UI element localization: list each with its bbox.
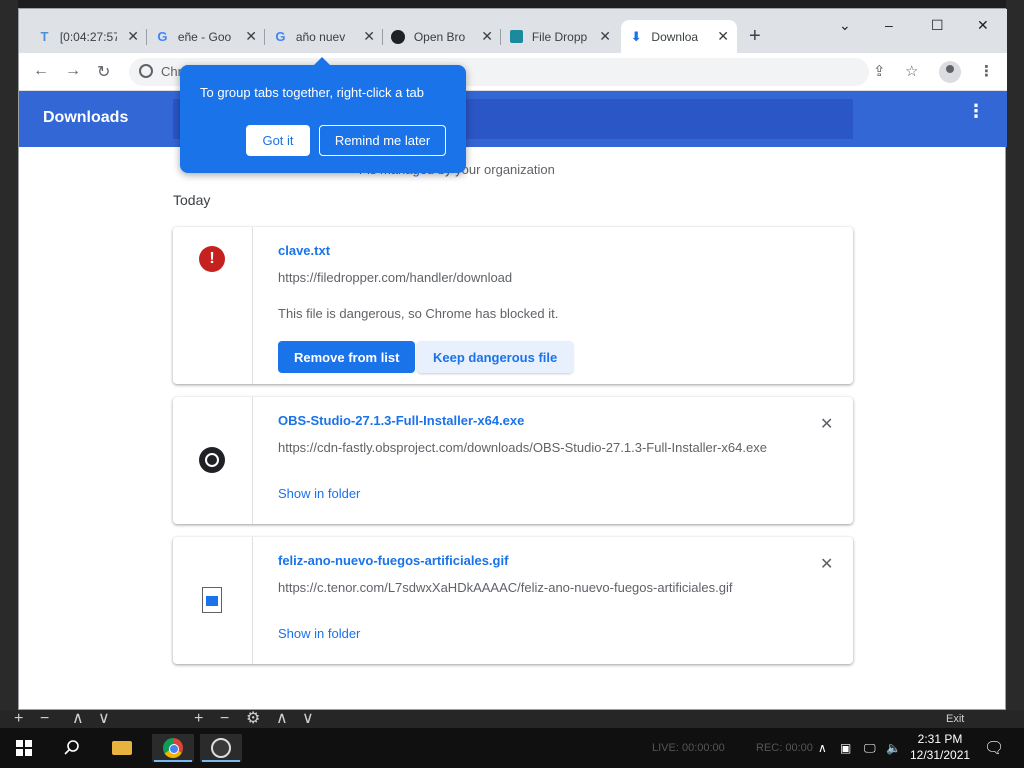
got-it-button[interactable]: Got it — [246, 125, 310, 156]
download-item: ! clave.txt https://filedropper.com/hand… — [173, 227, 853, 384]
danger-icon: ! — [199, 246, 225, 272]
tab-timer[interactable]: T [0:04:27:57 ✕ — [29, 20, 147, 53]
windows-start-icon[interactable] — [8, 734, 40, 762]
browser-toolbar: ← → ↻ Chr ⇪ ☆ ⋮ — [19, 53, 1007, 91]
close-icon[interactable]: ✕ — [363, 28, 375, 45]
google-icon: G — [157, 29, 168, 44]
obs-down-icon[interactable]: ∨ — [98, 711, 110, 727]
tab-title: [0:04:27:57 — [59, 29, 118, 44]
obs-up-icon[interactable]: ∧ — [72, 711, 84, 727]
danger-message: This file is dangerous, so Chrome has bl… — [278, 306, 559, 321]
display-icon[interactable]: 🖵 — [864, 741, 876, 756]
obs-down-icon[interactable]: ∨ — [302, 711, 314, 727]
obs-add-icon[interactable]: + — [14, 711, 23, 727]
obs-left-panel — [0, 0, 18, 710]
close-icon[interactable]: ✕ — [245, 28, 257, 45]
share-icon[interactable]: ⇪ — [873, 62, 886, 80]
obs-add-icon[interactable]: + — [194, 711, 203, 727]
notifications-icon[interactable]: 🗨 — [984, 738, 1004, 758]
file-explorer-icon[interactable] — [106, 734, 138, 762]
file-name[interactable]: clave.txt — [278, 243, 330, 258]
tab-open-broadcaster[interactable]: Open Bro ✕ — [383, 20, 501, 53]
downloads-menu-icon[interactable]: ⋮ — [967, 102, 985, 120]
tab-group-tip-bubble: To group tabs together, right-click a ta… — [180, 57, 466, 173]
file-name[interactable]: feliz-ano-nuevo-fuegos-artificiales.gif — [278, 553, 508, 568]
volume-muted-icon[interactable]: 🔈 — [886, 741, 901, 755]
obs-live-status: LIVE: 00:00:00 — [652, 742, 725, 754]
tab-google-ano-nuevo[interactable]: G año nuev ✕ — [265, 20, 383, 53]
keep-dangerous-file-button[interactable]: Keep dangerous file — [417, 341, 574, 373]
close-icon[interactable]: ✕ — [127, 28, 139, 45]
obs-icon — [199, 447, 225, 473]
tab-title: año nuev — [295, 29, 346, 44]
download-item: feliz-ano-nuevo-fuegos-artificiales.gif … — [173, 537, 853, 664]
download-icon: ⬇ — [630, 28, 642, 44]
file-name[interactable]: OBS-Studio-27.1.3-Full-Installer-x64.exe — [278, 413, 524, 428]
close-window-button[interactable]: ✕ — [977, 17, 989, 34]
obs-controls-bar — [0, 710, 1024, 728]
google-icon: G — [275, 29, 286, 44]
download-icon-column — [173, 397, 253, 524]
tab-google-ene[interactable]: G eñe - Goo ✕ — [147, 20, 265, 53]
obs-rec-status: REC: 00:00 — [756, 742, 813, 754]
obs-remove-icon[interactable]: − — [220, 711, 229, 727]
clock-time: 2:31 PM — [917, 732, 963, 746]
tab-title: Open Bro — [413, 29, 466, 44]
obs-right-panel — [1006, 0, 1024, 710]
tip-message: To group tabs together, right-click a ta… — [200, 85, 425, 100]
close-icon[interactable]: ✕ — [820, 554, 833, 574]
maximize-button[interactable]: ☐ — [931, 17, 944, 34]
address-text: Chr — [161, 64, 182, 79]
tab-title: File Dropp — [531, 29, 588, 44]
show-in-folder-link[interactable]: Show in folder — [278, 486, 360, 501]
close-icon[interactable]: ✕ — [481, 28, 493, 45]
network-icon[interactable]: ▣ — [840, 741, 851, 755]
chevron-up-icon[interactable]: ∧ — [818, 741, 827, 755]
file-dropper-icon — [509, 29, 524, 45]
chrome-window: T [0:04:27:57 ✕ G eñe - Goo ✕ G año nuev… — [18, 8, 1007, 710]
tab-strip: T [0:04:27:57 ✕ G eñe - Goo ✕ G año nuev… — [19, 9, 1007, 53]
bookmark-star-icon[interactable]: ☆ — [905, 62, 918, 80]
downloads-header: Downloads ⋮ — [19, 91, 1007, 147]
close-icon[interactable]: ✕ — [599, 28, 611, 45]
reload-icon[interactable]: ↻ — [97, 62, 110, 82]
download-icon-column: ! — [173, 227, 253, 384]
obs-remove-icon[interactable]: − — [40, 711, 49, 727]
section-today: Today — [173, 192, 211, 208]
file-url: https://filedropper.com/handler/download — [278, 270, 513, 285]
remove-from-list-button[interactable]: Remove from list — [278, 341, 416, 373]
tab-title: Downloa — [651, 29, 699, 44]
chrome-site-icon — [139, 64, 153, 78]
taskbar-clock[interactable]: 2:31 PM 12/31/2021 — [910, 731, 970, 763]
close-icon[interactable]: ✕ — [717, 28, 729, 45]
back-icon[interactable]: ← — [33, 62, 49, 80]
chrome-menu-icon[interactable]: ⋮ — [979, 62, 994, 80]
download-icon-column — [173, 537, 253, 664]
profile-avatar[interactable] — [939, 61, 961, 83]
obs-taskbar-icon[interactable] — [200, 734, 242, 762]
tab-title: eñe - Goo — [177, 29, 232, 44]
download-item: OBS-Studio-27.1.3-Full-Installer-x64.exe… — [173, 397, 853, 524]
remind-me-later-button[interactable]: Remind me later — [319, 125, 446, 156]
obs-up-icon[interactable]: ∧ — [276, 711, 288, 727]
tab-file-dropper[interactable]: File Dropp ✕ — [501, 20, 619, 53]
search-icon[interactable] — [56, 734, 88, 762]
page-title: Downloads — [43, 109, 129, 126]
obs-exit-button[interactable]: Exit — [946, 713, 964, 725]
chrome-taskbar-icon[interactable] — [152, 734, 194, 762]
minimize-button[interactable]: – — [885, 17, 893, 33]
timer-favicon-icon: T — [40, 29, 49, 44]
clock-date: 12/31/2021 — [910, 748, 971, 762]
image-file-icon — [202, 587, 222, 613]
file-url: https://cdn-fastly.obsproject.com/downlo… — [278, 440, 767, 455]
tab-search-icon[interactable]: ⌄ — [839, 17, 851, 34]
tab-downloads[interactable]: ⬇ Downloa ✕ — [621, 20, 737, 53]
file-url: https://c.tenor.com/L7sdwxXaHDkAAAAC/fel… — [278, 580, 733, 595]
forward-icon[interactable]: → — [65, 62, 81, 80]
close-icon[interactable]: ✕ — [820, 414, 833, 434]
obs-icon — [391, 29, 406, 45]
new-tab-button[interactable]: + — [749, 25, 761, 48]
obs-settings-icon[interactable]: ⚙ — [246, 711, 260, 727]
show-in-folder-link[interactable]: Show in folder — [278, 626, 360, 641]
